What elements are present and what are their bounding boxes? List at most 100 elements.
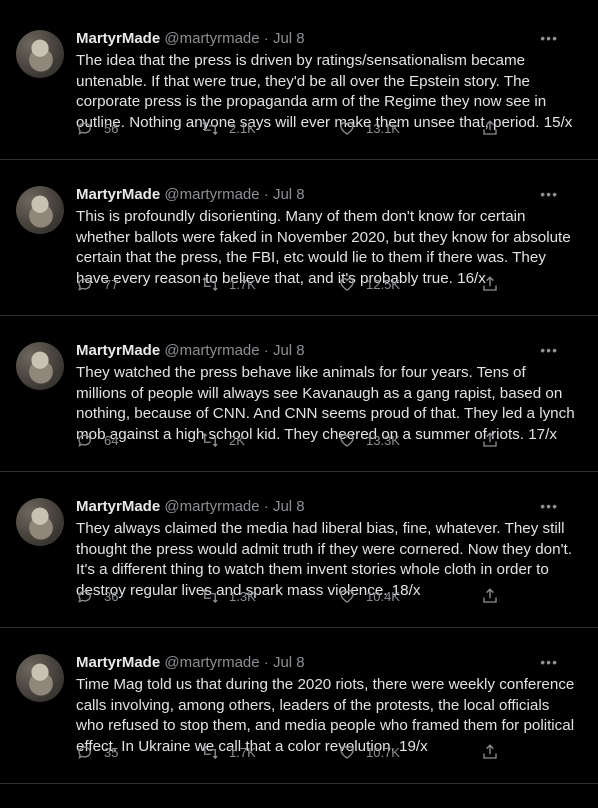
like-icon xyxy=(340,122,354,135)
share-button[interactable] xyxy=(481,743,499,761)
author-name[interactable]: MartyrMade xyxy=(76,342,160,359)
share-icon xyxy=(483,276,497,291)
tweet-date[interactable]: Jul 8 xyxy=(273,498,305,515)
like-icon xyxy=(340,590,354,603)
author-handle[interactable]: @martyrmade xyxy=(164,186,259,203)
tweet-date[interactable]: Jul 8 xyxy=(273,30,305,47)
retweet-count: 2K xyxy=(229,432,245,448)
retweet-icon xyxy=(202,745,218,759)
like-count: 13.3K xyxy=(366,432,400,448)
tweet[interactable]: MartyrMade @martyrmade · Jul 8 ••• They … xyxy=(0,316,598,472)
tweet-header: MartyrMade @martyrmade · Jul 8 xyxy=(76,654,578,672)
retweet-icon xyxy=(202,121,218,135)
separator: · xyxy=(263,186,269,203)
reply-count: 36 xyxy=(104,588,119,604)
share-icon xyxy=(483,432,497,447)
tweet-date[interactable]: Jul 8 xyxy=(273,342,305,359)
tweet-body: MartyrMade @martyrmade · Jul 8 ••• The i… xyxy=(76,30,578,133)
tweet-header: MartyrMade @martyrmade · Jul 8 xyxy=(76,30,578,48)
retweet-icon xyxy=(202,589,218,603)
tweet-header: MartyrMade @martyrmade · Jul 8 xyxy=(76,186,578,204)
retweet-button[interactable]: 2K xyxy=(201,431,245,449)
share-button[interactable] xyxy=(481,587,499,605)
retweet-count: 1.7K xyxy=(229,276,256,292)
tweet-body: MartyrMade @martyrmade · Jul 8 ••• They … xyxy=(76,498,578,601)
retweet-count: 1.3K xyxy=(229,588,256,604)
tweet-actions: 35 1.7K 10.7K xyxy=(76,743,578,763)
separator: · xyxy=(263,498,269,515)
like-count: 12.5K xyxy=(366,276,400,292)
retweet-button[interactable]: 1.7K xyxy=(201,743,256,761)
more-icon[interactable]: ••• xyxy=(540,498,558,514)
author-handle[interactable]: @martyrmade xyxy=(164,498,259,515)
like-button[interactable]: 10.7K xyxy=(338,743,400,761)
retweet-icon xyxy=(202,433,218,447)
retweet-count: 1.7K xyxy=(229,744,256,760)
author-handle[interactable]: @martyrmade xyxy=(164,342,259,359)
reply-count: 77 xyxy=(104,276,119,292)
reply-button[interactable]: 77 xyxy=(76,275,118,293)
like-button[interactable]: 10.4K xyxy=(338,587,400,605)
tweet-header: MartyrMade @martyrmade · Jul 8 xyxy=(76,498,578,516)
tweet-header: MartyrMade @martyrmade · Jul 8 xyxy=(76,342,578,360)
avatar[interactable] xyxy=(16,186,64,234)
author-handle[interactable]: @martyrmade xyxy=(164,654,259,671)
reply-icon xyxy=(78,434,91,447)
separator: · xyxy=(263,342,269,359)
tweet[interactable]: MartyrMade @martyrmade · Jul 8 ••• The i… xyxy=(0,0,598,160)
retweet-count: 2.1K xyxy=(229,120,256,136)
share-button[interactable] xyxy=(481,275,499,293)
author-name[interactable]: MartyrMade xyxy=(76,186,160,203)
more-icon[interactable]: ••• xyxy=(540,342,558,358)
timeline: MartyrMade @martyrmade · Jul 8 ••• The i… xyxy=(0,0,598,784)
tweet-date[interactable]: Jul 8 xyxy=(273,186,305,203)
tweet-actions: 56 2.1K 13.1K xyxy=(76,119,578,139)
like-icon xyxy=(340,434,354,447)
tweet-actions: 64 2K 13.3K xyxy=(76,431,578,451)
retweet-button[interactable]: 2.1K xyxy=(201,119,256,137)
like-count: 10.4K xyxy=(366,588,400,604)
like-count: 13.1K xyxy=(366,120,400,136)
reply-button[interactable]: 64 xyxy=(76,431,118,449)
tweet[interactable]: MartyrMade @martyrmade · Jul 8 ••• They … xyxy=(0,472,598,628)
retweet-button[interactable]: 1.7K xyxy=(201,275,256,293)
tweet-actions: 36 1.3K 10.4K xyxy=(76,587,578,607)
reply-button[interactable]: 36 xyxy=(76,587,118,605)
share-icon xyxy=(483,588,497,603)
avatar[interactable] xyxy=(16,654,64,702)
author-name[interactable]: MartyrMade xyxy=(76,654,160,671)
tweet[interactable]: MartyrMade @martyrmade · Jul 8 ••• Time … xyxy=(0,628,598,784)
like-button[interactable]: 13.1K xyxy=(338,119,400,137)
share-button[interactable] xyxy=(481,119,499,137)
author-name[interactable]: MartyrMade xyxy=(76,30,160,47)
retweet-icon xyxy=(202,277,218,291)
author-handle[interactable]: @martyrmade xyxy=(164,30,259,47)
reply-count: 56 xyxy=(104,120,119,136)
reply-icon xyxy=(78,746,91,759)
tweet-actions: 77 1.7K 12.5K xyxy=(76,275,578,295)
retweet-button[interactable]: 1.3K xyxy=(201,587,256,605)
tweet-body: MartyrMade @martyrmade · Jul 8 ••• This … xyxy=(76,186,578,289)
avatar[interactable] xyxy=(16,498,64,546)
avatar[interactable] xyxy=(16,30,64,78)
reply-button[interactable]: 35 xyxy=(76,743,118,761)
like-button[interactable]: 13.3K xyxy=(338,431,400,449)
separator: · xyxy=(263,30,269,47)
tweet[interactable]: MartyrMade @martyrmade · Jul 8 ••• This … xyxy=(0,160,598,316)
reply-button[interactable]: 56 xyxy=(76,119,118,137)
more-icon[interactable]: ••• xyxy=(540,654,558,670)
more-icon[interactable]: ••• xyxy=(540,30,558,46)
like-button[interactable]: 12.5K xyxy=(338,275,400,293)
author-name[interactable]: MartyrMade xyxy=(76,498,160,515)
share-icon xyxy=(483,744,497,759)
avatar[interactable] xyxy=(16,342,64,390)
share-button[interactable] xyxy=(481,431,499,449)
reply-icon xyxy=(78,590,91,603)
tweet-body: MartyrMade @martyrmade · Jul 8 ••• They … xyxy=(76,342,578,445)
tweet-date[interactable]: Jul 8 xyxy=(273,654,305,671)
separator: · xyxy=(263,654,269,671)
like-count: 10.7K xyxy=(366,744,400,760)
more-icon[interactable]: ••• xyxy=(540,186,558,202)
reply-icon xyxy=(78,122,91,135)
like-icon xyxy=(340,278,354,291)
